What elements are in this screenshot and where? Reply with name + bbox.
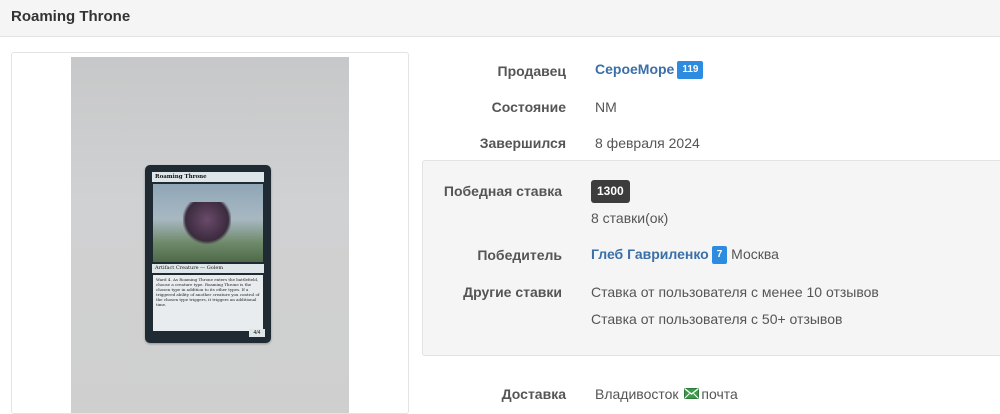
winner-link[interactable]: Глеб Гавриленко xyxy=(591,246,709,262)
winning-amount-badge: 1300 xyxy=(591,180,630,203)
seller-value: СероеМоре 119 xyxy=(595,61,704,80)
ended-label: Завершился xyxy=(479,135,566,151)
condition-label: Состояние xyxy=(491,99,566,115)
other-bid-2: Ставка от пользователя с 50+ отзывов xyxy=(591,311,843,327)
winner-rating-badge: 7 xyxy=(711,246,728,265)
header-bar: Roaming Throne xyxy=(0,0,1000,37)
mail-icon xyxy=(684,387,700,400)
card-art xyxy=(153,184,263,262)
ended-value: 8 февраля 2024 xyxy=(595,135,700,151)
card-art-golem xyxy=(183,202,231,246)
card-type-line: Artifact Creature — Golem xyxy=(152,264,264,273)
seller-rating-badge: 119 xyxy=(677,61,704,80)
card-rules-text: Ward 4. As Roaming Throne enters the bat… xyxy=(153,275,263,331)
bids-count: 8 ставки(ок) xyxy=(591,210,669,226)
winning-bid-label: Победная ставка xyxy=(443,183,562,199)
card-image: Roaming Throne Artifact Creature — Golem… xyxy=(145,165,271,343)
other-bid-1: Ставка от пользователя с менее 10 отзыво… xyxy=(591,284,879,300)
page-title: Roaming Throne xyxy=(11,8,131,25)
winner-label: Победитель xyxy=(477,247,562,263)
winner-value: Глеб Гавриленко 7 Москва xyxy=(591,246,779,265)
lot-photo[interactable]: Roaming Throne Artifact Creature — Golem… xyxy=(71,57,349,413)
other-bids-label: Другие ставки xyxy=(463,284,562,300)
condition-value: NM xyxy=(595,99,617,115)
winning-bid-value: 1300 xyxy=(591,180,630,203)
winner-city: Москва xyxy=(731,246,779,262)
photo-panel: Roaming Throne Artifact Creature — Golem… xyxy=(11,52,409,414)
card-name: Roaming Throne xyxy=(152,172,264,182)
seller-link[interactable]: СероеМоре xyxy=(595,61,674,77)
card-power-toughness: 4/4 xyxy=(249,329,265,337)
seller-label: Продавец xyxy=(497,63,566,79)
